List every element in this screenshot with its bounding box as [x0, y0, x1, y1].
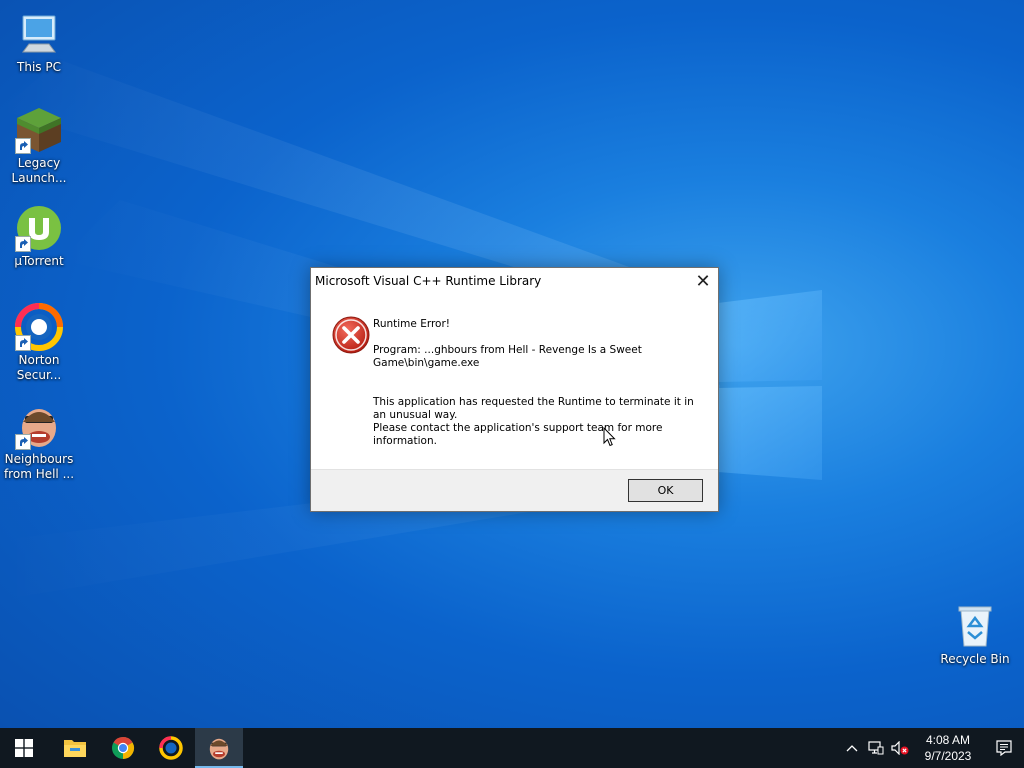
neighbours-from-hell-icon: [15, 402, 63, 450]
desktop-icon-norton[interactable]: Norton Secur...: [1, 303, 77, 383]
network-button[interactable]: [864, 728, 888, 768]
runtime-error-dialog: Microsoft Visual C++ Runtime Library ✕ R…: [310, 267, 719, 512]
desktop-icon-legacy-launcher[interactable]: Legacy Launch...: [1, 106, 77, 186]
shortcut-arrow-icon: [15, 138, 31, 154]
clock-time: 4:08 AM: [925, 733, 971, 747]
desktop-icon-label: Legacy Launch...: [11, 156, 67, 185]
error-icon: [332, 316, 370, 354]
taskbar: 4:08 AM 9/7/2023: [0, 728, 1024, 768]
norton-icon: [159, 736, 183, 760]
norton-icon: [15, 303, 63, 351]
desktop-icon-label: This PC: [17, 60, 61, 74]
taskbar-clock[interactable]: 4:08 AM 9/7/2023: [912, 732, 984, 764]
desktop-icon-this-pc[interactable]: This PC: [1, 10, 77, 75]
minecraft-grass-block-icon: [15, 106, 63, 154]
file-explorer-icon: [64, 740, 86, 757]
dialog-footer: OK: [311, 469, 718, 511]
ok-button[interactable]: OK: [628, 479, 703, 502]
network-icon: [868, 741, 884, 755]
desktop-icon-label: Neighbours from Hell ...: [3, 452, 75, 481]
clock-date: 9/7/2023: [924, 749, 972, 763]
utorrent-icon: [15, 204, 63, 252]
taskbar-file-explorer[interactable]: [51, 728, 99, 768]
error-program-path: Program: ...ghbours from Hell - Revenge …: [373, 344, 642, 369]
desktop-icon-recycle-bin[interactable]: Recycle Bin: [937, 602, 1013, 667]
notifications-icon: [996, 740, 1012, 756]
neighbours-from-hell-icon: [209, 738, 229, 760]
error-message-contact: Please contact the application's support…: [373, 422, 663, 447]
error-message-terminate: This application has requested the Runti…: [373, 396, 694, 421]
this-pc-icon: [15, 10, 63, 58]
dialog-titlebar[interactable]: Microsoft Visual C++ Runtime Library ✕: [311, 268, 718, 294]
desktop-icon-label: µTorrent: [14, 254, 64, 268]
action-center-button[interactable]: [984, 728, 1024, 768]
start-icon: [15, 739, 33, 757]
taskbar-neighbours-from-hell[interactable]: [195, 728, 243, 768]
chevron-up-icon: [846, 745, 858, 752]
desktop-icon-label: Norton Secur...: [16, 353, 62, 382]
close-icon[interactable]: ✕: [688, 268, 718, 294]
shortcut-arrow-icon: [15, 236, 31, 252]
taskbar-norton[interactable]: [147, 728, 195, 768]
chrome-icon: [112, 737, 135, 759]
volume-button[interactable]: [888, 728, 912, 768]
recycle-bin-icon: [951, 602, 999, 650]
dialog-body: Runtime Error! Program: ...ghbours from …: [311, 294, 718, 470]
dialog-title: Microsoft Visual C++ Runtime Library: [315, 274, 542, 288]
shortcut-arrow-icon: [15, 434, 31, 450]
mouse-cursor-icon: [603, 427, 616, 447]
desktop-icon-utorrent[interactable]: µTorrent: [1, 204, 77, 269]
dialog-message: Runtime Error! Program: ...ghbours from …: [373, 318, 703, 461]
system-tray: 4:08 AM 9/7/2023: [840, 728, 1024, 768]
shortcut-arrow-icon: [15, 335, 31, 351]
desktop-icon-label: Recycle Bin: [940, 652, 1010, 666]
show-hidden-icons-button[interactable]: [840, 728, 864, 768]
volume-muted-icon: [891, 741, 909, 755]
start-button[interactable]: [0, 728, 48, 768]
error-heading: Runtime Error!: [373, 318, 450, 330]
taskbar-chrome[interactable]: [99, 728, 147, 768]
desktop-icon-neighbours-from-hell[interactable]: Neighbours from Hell ...: [1, 402, 77, 482]
